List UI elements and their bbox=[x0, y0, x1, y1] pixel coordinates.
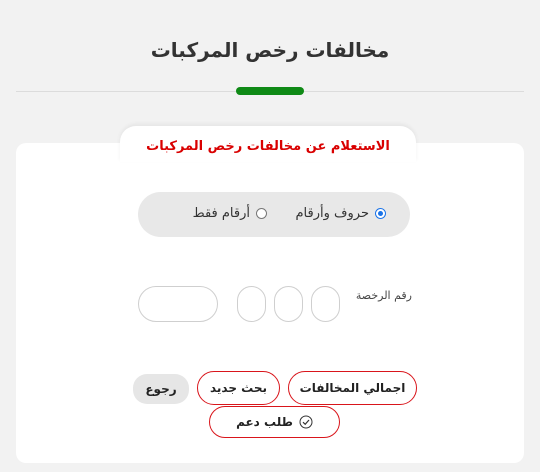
license-number-label: رقم الرخصة bbox=[355, 289, 412, 302]
title-accent-bar bbox=[236, 87, 304, 95]
radio-numbers-only[interactable]: أرقام فقط bbox=[193, 204, 267, 222]
radio-letters-numbers[interactable]: حروف وأرقام bbox=[295, 204, 386, 222]
total-violations-button[interactable]: اجمالي المخالفات bbox=[288, 371, 417, 405]
license-letter-input-1[interactable] bbox=[311, 286, 340, 322]
radio-unchecked-icon[interactable] bbox=[256, 207, 267, 219]
page-title: مخالفات رخص المركبات bbox=[150, 38, 390, 62]
support-request-button[interactable]: طلب دعم bbox=[209, 406, 340, 438]
radio-numbers-only-label: أرقام فقط bbox=[192, 205, 250, 221]
check-circle-icon bbox=[299, 415, 313, 429]
license-number-input[interactable] bbox=[138, 286, 218, 322]
license-letter-input-2[interactable] bbox=[274, 286, 303, 322]
support-request-label: طلب دعم bbox=[236, 415, 293, 429]
radio-checked-icon[interactable] bbox=[375, 207, 386, 219]
back-button[interactable]: رجوع bbox=[133, 374, 189, 404]
new-search-button[interactable]: بحث جديد bbox=[197, 371, 280, 405]
card-title: الاستعلام عن مخالفات رخص المركبات bbox=[146, 139, 390, 154]
radio-letters-numbers-label: حروف وأرقام bbox=[295, 205, 370, 221]
license-letter-input-3[interactable] bbox=[237, 286, 266, 322]
